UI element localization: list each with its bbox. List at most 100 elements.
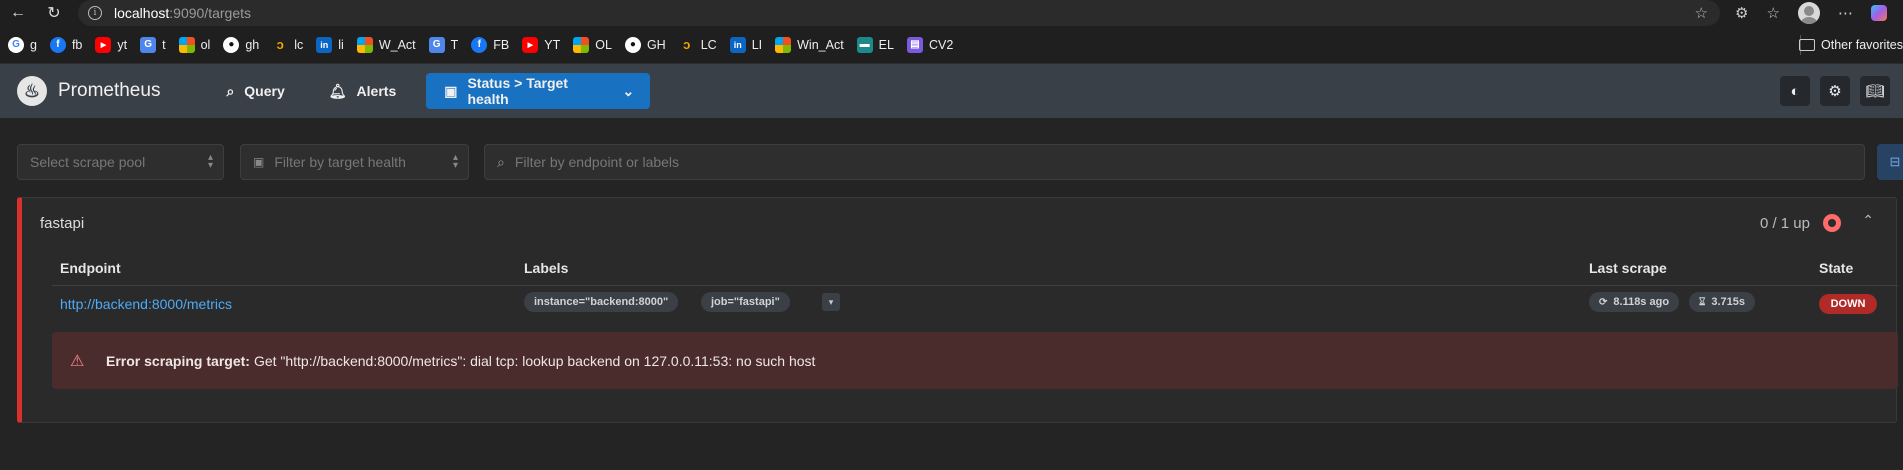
target-health-placeholder: Filter by target health: [274, 154, 406, 170]
app-header: ♨ Prometheus ⌕ Query 🔔︎ Alerts ▣ Status …: [0, 64, 1903, 118]
state-badge: DOWN: [1819, 294, 1877, 314]
bookmark-t[interactable]: GT: [428, 32, 458, 58]
nav-alerts[interactable]: 🔔︎ Alerts: [315, 73, 410, 109]
warning-triangle-icon: ⚠: [70, 352, 85, 370]
settings-gear-icon[interactable]: ⚙: [1820, 76, 1850, 106]
bookmark-yt[interactable]: ▶ YT: [522, 32, 560, 58]
bookmark-cv2[interactable]: ▤ CV2: [906, 32, 953, 58]
select-caret-icon: ▴ ▾: [452, 152, 458, 171]
scrape-pool-placeholder: Select scrape pool: [30, 154, 146, 170]
back-arrow-icon[interactable]: ←: [0, 0, 36, 26]
bookmark-label: g: [30, 37, 37, 52]
search-icon: ⌕: [226, 82, 235, 99]
scrape-pool-panel: fastapi 0 / 1 up ⌃ Endpoint Labels Last …: [17, 197, 1898, 423]
filter-bar: Select scrape pool ▴ ▾ ▣ Filter by target…: [17, 144, 1903, 180]
bookmark-g[interactable]: Gg: [8, 32, 37, 58]
bookmark-label: gh: [245, 37, 260, 52]
bookmarks-bar: Gg f fb ▶ yt Gt ol ● gh ↄ lc in li W_Act G Tf FB ▶ YT OL ● GH…: [0, 26, 1903, 64]
refresh-icon: ⟳: [1599, 296, 1608, 308]
scrape-pool-select[interactable]: Select scrape pool ▴ ▾: [17, 144, 224, 180]
label-pill-job: job="fastapi": [701, 292, 790, 312]
bookmark-label: EL: [878, 37, 894, 52]
bookmark-li[interactable]: in li: [316, 32, 344, 58]
target-health-select[interactable]: ▣ Filter by target health ▴ ▾: [240, 144, 469, 180]
bookmark-yt[interactable]: ▶ yt: [95, 32, 127, 58]
server-status-icon: ▣: [444, 82, 458, 99]
scrape-duration-value: 3.715s: [1711, 296, 1745, 308]
bookmark-gh[interactable]: ● GH: [624, 32, 666, 58]
browser-actions: ⚙ ☆ ⋯: [1735, 0, 1887, 26]
other-favorites-button[interactable]: Other favorites: [1799, 38, 1903, 52]
bookmark-lc[interactable]: ↄ lc: [272, 32, 304, 58]
reload-icon[interactable]: ↻: [36, 0, 72, 26]
microsoft-icon: [356, 36, 373, 53]
bookmark-win_act[interactable]: Win_Act: [775, 32, 844, 58]
google-icon: G: [8, 36, 24, 53]
bookmark-label: Win_Act: [797, 37, 844, 52]
col-last-scrape: Last scrape: [1589, 260, 1667, 276]
leetcode-icon: ↄ: [276, 37, 284, 52]
bookmark-label: t: [162, 37, 166, 52]
linkedin-icon: in: [316, 36, 333, 53]
address-bar[interactable]: i localhost:9090/targets ☆: [78, 0, 1720, 26]
pool-up-count: 0 / 1 up: [1759, 215, 1810, 232]
bookmark-lc[interactable]: ↄ LC: [679, 32, 717, 58]
browser-toolbar: ← ↻ i localhost:9090/targets ☆ ⚙ ☆ ⋯: [0, 0, 1903, 26]
bookmark-label: li: [338, 37, 344, 52]
education-icon: ▬: [856, 36, 873, 53]
linkedin-icon: in: [729, 36, 746, 53]
bookmark-label: W_Act: [378, 37, 416, 52]
label-pill-instance: instance="backend:8000": [524, 292, 679, 312]
bookmark-label: GH: [646, 37, 666, 52]
nav-query[interactable]: ⌕ Query: [212, 73, 298, 109]
bookmark-fb[interactable]: f FB: [471, 32, 509, 58]
extensions-icon[interactable]: ⚙: [1735, 4, 1748, 22]
documentation-book-icon[interactable]: 📖︎: [1860, 76, 1890, 106]
endpoint-link[interactable]: http://backend:8000/metrics: [60, 296, 232, 312]
url-text: localhost:9090/targets: [114, 5, 251, 21]
expand-labels-chevron-icon[interactable]: ▾: [822, 293, 840, 311]
other-favorites-label: Other favorites: [1821, 37, 1903, 52]
select-caret-icon: ▴ ▾: [207, 152, 213, 171]
bookmark-li[interactable]: in LI: [729, 32, 762, 58]
app-name: Prometheus: [58, 80, 161, 101]
last-scrape-pill: ⟳ 8.118s ago: [1589, 292, 1680, 312]
copilot-icon[interactable]: [1870, 5, 1887, 21]
endpoint-search-input[interactable]: ⌕ Filter by endpoint or labels: [484, 144, 1865, 180]
youtube-icon: ▶: [522, 36, 539, 53]
prometheus-logo[interactable]: ♨ Prometheus: [17, 76, 160, 106]
favorite-star-icon[interactable]: ☆: [1695, 4, 1708, 22]
more-menu-icon[interactable]: ⋯: [1838, 4, 1853, 22]
profile-avatar-icon[interactable]: [1797, 2, 1820, 24]
bookmark-ol[interactable]: ol: [178, 32, 210, 58]
collapse-all-button[interactable]: ⊟: [1877, 144, 1903, 180]
scrape-pool-name[interactable]: fastapi: [40, 215, 84, 232]
last-scrape-value: 8.118s ago: [1613, 296, 1670, 308]
microsoft-icon: [573, 36, 590, 53]
favorites-icon[interactable]: ☆: [1766, 4, 1779, 22]
bookmark-label: FB: [493, 37, 510, 52]
nav-status-menu[interactable]: ▣ Status > Target health ⌄: [426, 73, 651, 109]
bookmark-ol[interactable]: OL: [573, 32, 612, 58]
bookmark-label: YT: [544, 37, 561, 52]
error-label: Error scraping target:: [106, 352, 250, 369]
microsoft-icon: [775, 36, 792, 53]
bookmark-fb[interactable]: f fb: [49, 32, 83, 58]
bell-icon: 🔔︎: [328, 82, 347, 99]
bookmark-t[interactable]: Gt: [140, 32, 166, 58]
targets-table-header: Endpoint Labels Last scrape State: [52, 250, 1898, 286]
chevron-up-icon[interactable]: ⌃: [1862, 212, 1874, 229]
nav-alerts-label: Alerts: [356, 83, 397, 99]
nav-query-label: Query: [244, 83, 285, 99]
bookmark-el[interactable]: ▬ EL: [856, 32, 894, 58]
bookmark-w_act[interactable]: W_Act: [356, 32, 416, 58]
error-message: Get "http://backend:8000/metrics": dial …: [253, 352, 816, 369]
leetcode-icon: ↄ: [683, 37, 691, 52]
header-actions: ◐ ⚙ 📖︎: [1780, 76, 1890, 106]
bookmark-label: fb: [71, 37, 83, 52]
theme-toggle-icon[interactable]: ◐: [1780, 76, 1810, 106]
bookmark-gh[interactable]: ● gh: [223, 32, 259, 58]
chevron-down-icon: ⌄: [622, 82, 635, 99]
site-info-icon[interactable]: i: [88, 6, 102, 20]
youtube-icon: ▶: [95, 36, 112, 53]
